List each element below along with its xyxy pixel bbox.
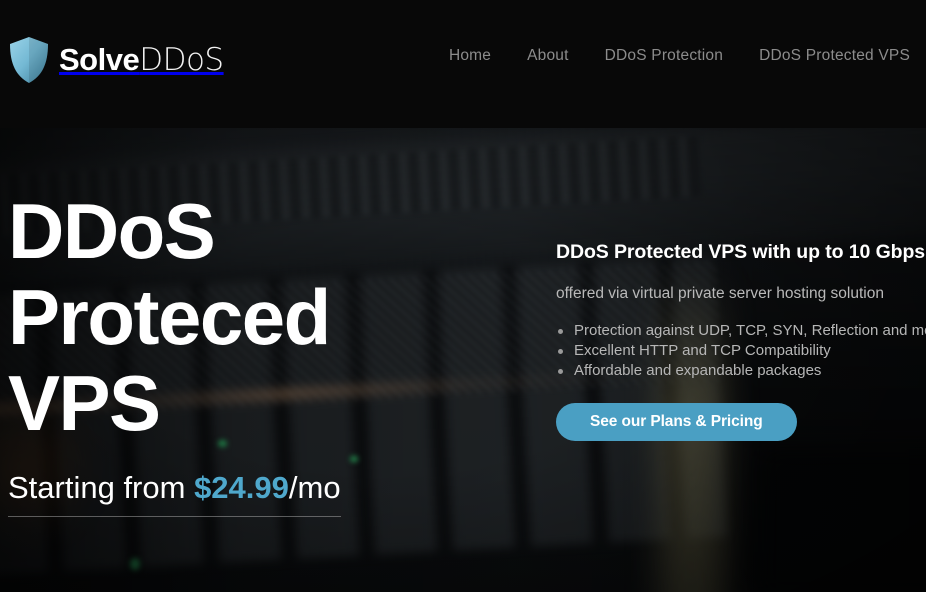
- price-suffix: /mo: [288, 470, 341, 505]
- hero-panel-subtitle: offered via virtual private server hosti…: [556, 285, 884, 302]
- logo-text-secondary: DDoS: [139, 42, 224, 78]
- hero-title-line-1: DDoS: [8, 187, 216, 275]
- nav-item-ddos-protection[interactable]: DDoS Protection: [605, 47, 723, 65]
- nav-item-home[interactable]: Home: [449, 47, 491, 65]
- hero-feature-list: Protection against UDP, TCP, SYN, Reflec…: [556, 321, 926, 381]
- hero-title-line-3: VPS: [8, 359, 161, 447]
- hero-title-line-2: Proteced: [8, 273, 331, 361]
- feature-item: Affordable and expandable packages: [556, 361, 926, 381]
- see-plans-and-pricing-button[interactable]: See our Plans & Pricing: [556, 403, 797, 441]
- site-logo[interactable]: SolveDDoS: [8, 36, 224, 84]
- price-amount: $24.99: [194, 470, 289, 505]
- page-root: SolveDDoS Home About DDoS Protection DDo…: [0, 0, 926, 592]
- logo-wordmark: SolveDDoS: [59, 44, 224, 76]
- hero-panel-title: DDoS Protected VPS with up to 10 Gbps: [556, 241, 926, 263]
- feature-item: Excellent HTTP and TCP Compatibility: [556, 341, 926, 361]
- main-navigation: Home About DDoS Protection DDoS Protecte…: [449, 47, 910, 65]
- hero-title: DDoS Proteced VPS: [8, 188, 341, 446]
- logo-text-primary: Solve: [59, 42, 140, 77]
- price-prefix: Starting from: [8, 470, 195, 505]
- site-header: SolveDDoS Home About DDoS Protection DDo…: [0, 0, 926, 128]
- nav-item-ddos-protected-vps[interactable]: DDoS Protected VPS: [759, 47, 910, 65]
- feature-item: Protection against UDP, TCP, SYN, Reflec…: [556, 321, 926, 341]
- hero-right-column: DDoS Protected VPS with up to 10 Gbps of…: [556, 240, 926, 441]
- hero-section: DDoS Proteced VPS Starting from $24.99/m…: [0, 128, 926, 592]
- nav-item-about[interactable]: About: [527, 47, 569, 65]
- hero-left-column: DDoS Proteced VPS Starting from $24.99/m…: [8, 188, 341, 517]
- shield-icon: [10, 37, 48, 83]
- hero-price-line: Starting from $24.99/mo: [8, 470, 341, 517]
